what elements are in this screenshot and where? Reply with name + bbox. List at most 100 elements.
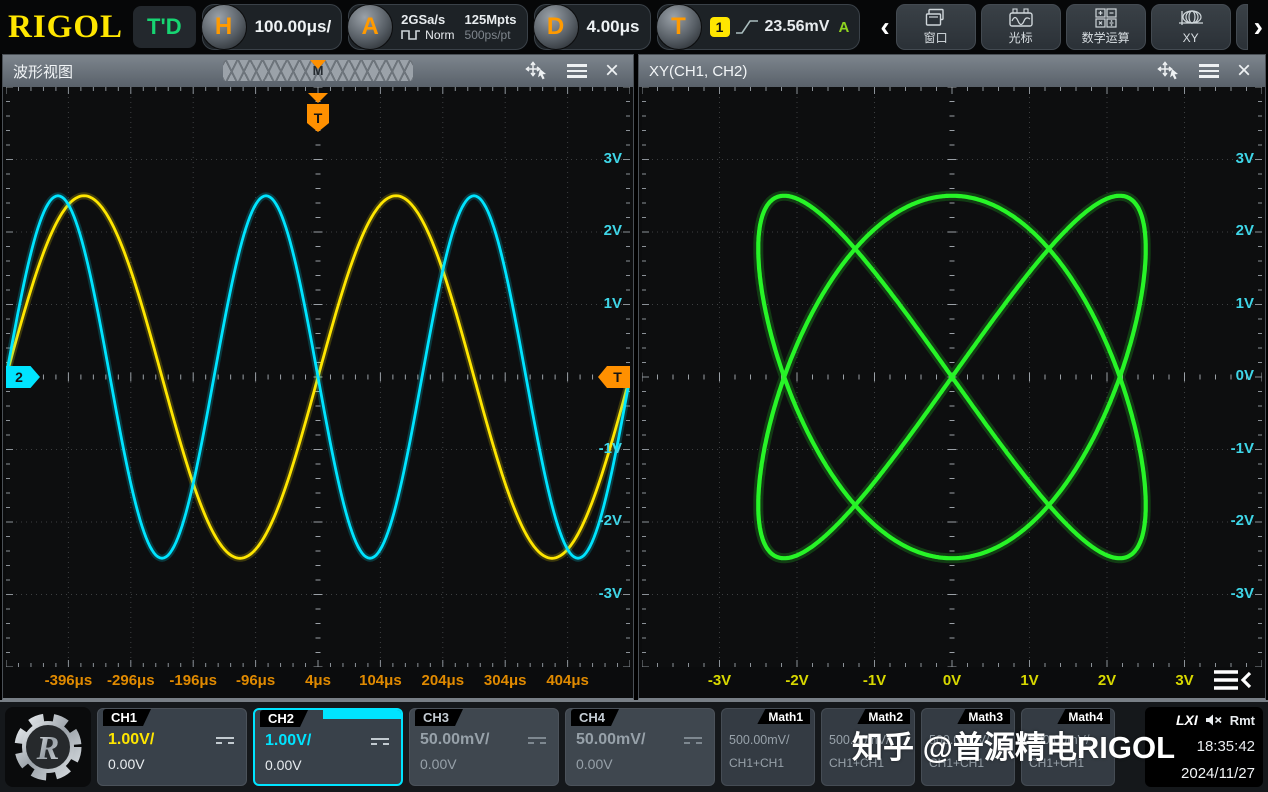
toolbar-button-label: 数学运算	[1082, 29, 1130, 46]
trigger-sweep-mode: A	[838, 19, 849, 36]
toolbar-next-button[interactable]: ›	[1253, 13, 1264, 41]
remote-indicator: Rmt	[1230, 713, 1255, 728]
y-axis-label: -3V	[1212, 585, 1254, 602]
x-axis-label: -196μs	[169, 672, 217, 689]
xy-mode-icon	[1178, 10, 1204, 30]
x-axis-label: -96μs	[236, 672, 275, 689]
channel-selected-strip	[323, 710, 401, 719]
x-axis-label: 1V	[1020, 672, 1038, 689]
panel-close-icon[interactable]: ×	[605, 59, 619, 83]
time-axis-labels: -396μs-296μs-196μs-96μs4μs104μs204μs304μ…	[6, 667, 630, 697]
math-scale-value: 500.00mV/	[722, 733, 814, 747]
trigger-status-indicator[interactable]: T'D	[133, 6, 196, 48]
waveform-panel-title: 波形视图	[13, 61, 73, 82]
xy-horizontal-axis-labels: -3V-2V-1V0V1V2V3V	[642, 667, 1262, 697]
horizontal-badge: H	[201, 4, 247, 50]
pan-hand-icon[interactable]	[1157, 61, 1181, 81]
channel-offset-value: 0.00V	[410, 756, 558, 772]
collapse-menu-icon[interactable]	[1212, 667, 1254, 700]
dc-coupling-icon	[216, 737, 234, 744]
xy-panel-header[interactable]: XY(CH1, CH2) ×	[639, 55, 1265, 87]
channel-card-ch1[interactable]: CH1 1.00V/ 0.00V	[97, 708, 247, 786]
function-toolbar: ‹ 窗口 光标	[879, 4, 1264, 50]
horizontal-settings-button[interactable]: H 100.00μs/	[202, 4, 343, 50]
pan-hand-icon[interactable]	[525, 61, 549, 81]
toolbar-button-partial[interactable]	[1236, 4, 1248, 50]
channel-name-tab: CH1	[103, 709, 151, 726]
y-axis-label: 2V	[1212, 222, 1254, 239]
trigger-badge: T	[656, 4, 702, 50]
math-operations-icon	[1094, 8, 1118, 28]
trigger-level-value: 23.56mV	[765, 18, 830, 36]
y-axis-label: 1V	[1212, 295, 1254, 312]
channel-scale-value: 1.00V/	[265, 732, 311, 750]
panel-close-icon[interactable]: ×	[1237, 59, 1251, 83]
x-axis-label: 104μs	[359, 672, 402, 689]
trigger-source-badge: 1	[710, 17, 730, 37]
toolbar-button-xy[interactable]: XY	[1151, 4, 1231, 50]
waveform-view-panel: 波形视图 M	[2, 54, 634, 700]
rigol-gear-logo[interactable]: R	[5, 707, 91, 787]
acquisition-settings-button[interactable]: A 2GSa/s Norm 125Mpts 500ps/pt	[348, 4, 527, 50]
panel-menu-icon[interactable]	[1199, 64, 1219, 78]
sound-muted-icon	[1205, 713, 1223, 727]
y-axis-label: -1V	[580, 440, 622, 457]
trigger-settings-button[interactable]: T 1 23.56mV A	[657, 4, 861, 50]
waveform-traces	[6, 87, 630, 667]
x-axis-label: -3V	[708, 672, 731, 689]
window-icon	[925, 8, 947, 28]
channel-name-tab: CH2	[260, 710, 308, 727]
toolbar-button-window[interactable]: 窗口	[896, 4, 976, 50]
toolbar-button-label: XY	[1183, 31, 1199, 45]
waveform-graticule[interactable]: T T 2 3V2V1V-1V-2V-3V	[6, 87, 630, 667]
trigger-position-marker[interactable]: T	[307, 93, 329, 132]
memory-position-bar[interactable]: M	[223, 60, 413, 81]
delay-settings-button[interactable]: D 4.00μs	[534, 4, 651, 50]
channel-name-tab: CH4	[571, 709, 619, 726]
horizontal-scale-value: 100.00μs/	[255, 17, 332, 37]
toolbar-prev-button[interactable]: ‹	[879, 13, 890, 41]
channel-offset-value: 0.00V	[98, 756, 246, 772]
y-axis-label: 3V	[1212, 150, 1254, 167]
y-axis-label: 0V	[1212, 367, 1254, 384]
x-axis-label: 404μs	[546, 672, 589, 689]
toolbar-button-cursor[interactable]: 光标	[981, 4, 1061, 50]
y-axis-label: -2V	[1212, 512, 1254, 529]
system-date: 2024/11/27	[1153, 765, 1255, 782]
channel-card-ch4[interactable]: CH4 50.00mV/ 0.00V	[565, 708, 715, 786]
lxi-label: LXI	[1176, 712, 1198, 728]
xy-view-panel: XY(CH1, CH2) ×	[638, 54, 1266, 700]
channel-offset-value: 0.00V	[566, 756, 714, 772]
channel-name-tab: CH3	[415, 709, 463, 726]
y-axis-label: -2V	[580, 512, 622, 529]
rigol-logo: RIGOL	[4, 11, 127, 44]
sample-resolution-value: 500ps/pt	[465, 28, 517, 42]
x-axis-label: 2V	[1098, 672, 1116, 689]
y-axis-label: 2V	[580, 222, 622, 239]
memory-depth-value: 125Mpts	[465, 12, 517, 27]
zhihu-watermark: 知乎 @普源精电RIGOL	[852, 722, 1175, 767]
math-card-math1[interactable]: Math1 500.00mV/ CH1+CH1	[721, 708, 815, 786]
x-axis-label: -396μs	[45, 672, 93, 689]
trigger-position-arrow	[308, 93, 328, 103]
toolbar-button-label: 窗口	[924, 29, 948, 46]
dc-coupling-icon	[528, 737, 546, 744]
x-axis-label: 204μs	[422, 672, 465, 689]
waveform-panel-header[interactable]: 波形视图 M	[3, 55, 633, 87]
toolbar-button-math[interactable]: 数学运算	[1066, 4, 1146, 50]
x-axis-label: -1V	[863, 672, 886, 689]
xy-graticule[interactable]: 3V2V1V0V-1V-2V-3V	[642, 87, 1262, 667]
rising-edge-icon	[735, 17, 759, 37]
channel-card-ch2[interactable]: CH2 1.00V/ 0.00V	[253, 708, 403, 786]
y-axis-label: 1V	[580, 295, 622, 312]
dc-coupling-icon	[371, 738, 389, 745]
acquisition-mode-value: Norm	[425, 28, 454, 42]
panel-menu-icon[interactable]	[567, 64, 587, 78]
square-wave-icon	[401, 29, 421, 41]
x-axis-label: 304μs	[484, 672, 527, 689]
lissajous-trace	[642, 87, 1262, 667]
oscilloscope-screen: RIGOL T'D H 100.00μs/ A 2GSa/s Norm	[0, 0, 1268, 792]
channel-card-ch3[interactable]: CH3 50.00mV/ 0.00V	[409, 708, 559, 786]
memory-trigger-marker	[310, 60, 326, 69]
y-axis-label: -3V	[580, 585, 622, 602]
